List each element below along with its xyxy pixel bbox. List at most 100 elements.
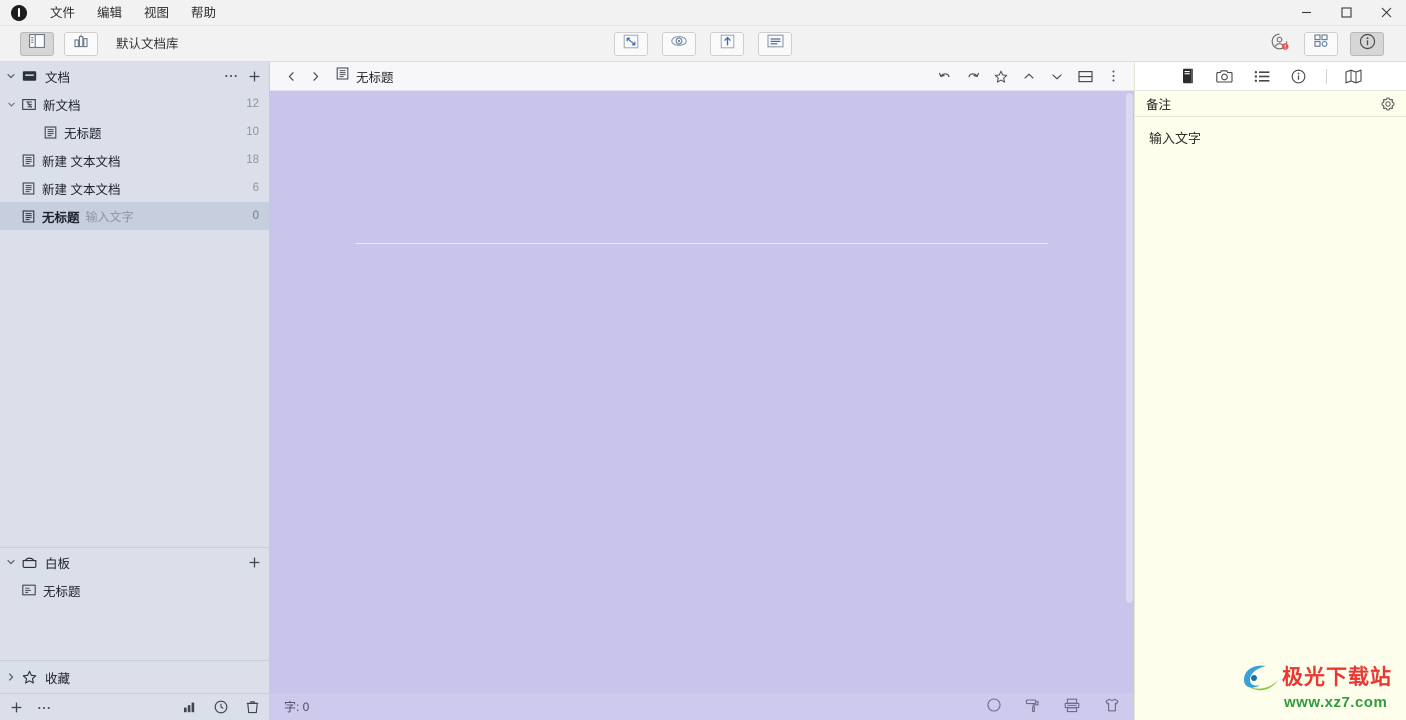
clock-icon[interactable] <box>214 700 228 714</box>
editor-tab-bar: 无标题 <box>270 62 1134 91</box>
right-panel-header: 备注 <box>1135 91 1406 117</box>
right-panel: 备注 输入文字 极光下载站 www.xz7.com <box>1134 62 1406 720</box>
info-button[interactable] <box>1350 31 1384 56</box>
tree-row-label: 新建 文本文档 <box>42 182 121 197</box>
fullscreen-button[interactable] <box>614 31 648 56</box>
tree-row[interactable]: 新文档 12 <box>0 90 269 118</box>
bar-chart-icon[interactable] <box>183 701 196 713</box>
app-window: 文件 编辑 视图 帮助 默认文档库 文档 新文档 12 无标题 10 新建 文本… <box>0 0 1406 720</box>
document-icon <box>22 209 35 223</box>
layout-panel-toggle[interactable] <box>20 31 54 56</box>
sidebar-filler-2 <box>0 604 269 660</box>
sidebar-docs-header[interactable]: 文档 <box>0 62 269 90</box>
menu-view[interactable]: 视图 <box>133 0 180 26</box>
tree-row-count: 12 <box>246 98 259 110</box>
typewriter-icon[interactable] <box>1064 698 1080 716</box>
trash-icon[interactable] <box>246 700 259 714</box>
sidebar-whiteboard-header[interactable]: 白板 <box>0 548 269 576</box>
undo-arrow-icon[interactable] <box>934 65 956 87</box>
menu-file[interactable]: 文件 <box>39 0 86 26</box>
preview-button[interactable] <box>662 31 696 56</box>
chevron-down-icon[interactable] <box>0 100 22 109</box>
ellipsis-icon[interactable] <box>37 702 51 712</box>
main-toolbar: 默认文档库 <box>0 26 1406 62</box>
editor-document-tab[interactable]: 无标题 <box>336 67 394 86</box>
chevron-down-icon[interactable] <box>0 71 22 81</box>
tab-map[interactable] <box>1344 66 1364 86</box>
paint-roller-icon[interactable] <box>1025 698 1040 716</box>
tab-notes[interactable] <box>1178 66 1198 86</box>
tree-row-count: 18 <box>246 154 259 166</box>
tree-row-label: 新建 文本文档 <box>42 154 121 169</box>
split-pane-icon[interactable] <box>1074 65 1096 87</box>
apps-grid-button[interactable] <box>1304 31 1338 56</box>
tree-row[interactable]: 新建 文本文档 18 <box>0 146 269 174</box>
editor-scrollbar-thumb[interactable] <box>1126 93 1133 603</box>
plus-icon[interactable] <box>10 701 23 714</box>
editor-canvas[interactable] <box>270 91 1134 693</box>
close-icon[interactable] <box>1366 0 1406 26</box>
tree-row[interactable]: 无标题 10 <box>0 118 269 146</box>
grid-apps-icon <box>1313 33 1329 54</box>
right-panel-body[interactable]: 输入文字 <box>1135 117 1406 720</box>
upload-arrow-icon <box>720 34 735 54</box>
export-button[interactable] <box>710 31 744 56</box>
whiteboard-box-icon <box>22 556 37 569</box>
app-logo-icon <box>11 4 27 21</box>
editor-scrollbar[interactable] <box>1125 91 1134 693</box>
whiteboard-icon <box>22 584 36 596</box>
tree-row-selected[interactable]: 无标题 输入文字 0 <box>0 202 269 230</box>
plus-icon[interactable] <box>248 70 261 83</box>
document-icon <box>336 67 349 85</box>
tabs-divider <box>1325 68 1327 84</box>
window-controls <box>1286 0 1406 26</box>
chevron-up-icon[interactable] <box>1018 65 1040 87</box>
user-circle-icon <box>1270 32 1289 56</box>
minimize-icon[interactable] <box>1286 0 1326 26</box>
editor-title-divider <box>356 243 1048 244</box>
status-bar-actions <box>987 698 1120 716</box>
vertical-ellipsis-icon[interactable] <box>1102 65 1124 87</box>
star-icon[interactable] <box>990 65 1012 87</box>
sidebar-docs-label: 文档 <box>45 70 71 85</box>
chevron-right-icon[interactable] <box>0 672 22 682</box>
redo-arrow-icon[interactable] <box>962 65 984 87</box>
chevron-left-icon[interactable] <box>280 65 302 87</box>
toolbar-center-group <box>0 31 1406 56</box>
sidebar-favorites-header[interactable]: 收藏 <box>0 661 269 693</box>
tree-row-label: 无标题 <box>43 584 81 599</box>
outline-button[interactable] <box>758 31 792 56</box>
sidebar-filler <box>0 230 269 547</box>
expand-arrows-icon <box>623 34 639 54</box>
maximize-icon[interactable] <box>1326 0 1366 26</box>
circle-icon[interactable] <box>987 698 1001 715</box>
menu-edit[interactable]: 编辑 <box>86 0 133 26</box>
tab-list[interactable] <box>1252 66 1272 86</box>
ellipsis-icon[interactable] <box>224 71 238 81</box>
sidebar-layout-icon <box>29 34 45 53</box>
archive-box-icon <box>22 69 37 83</box>
document-library-button[interactable]: 默认文档库 <box>108 33 187 55</box>
sidebar-whiteboard-section: 白板 无标题 <box>0 547 269 604</box>
sidebar-whiteboard-label: 白板 <box>45 556 71 571</box>
chevron-down-icon[interactable] <box>1046 65 1068 87</box>
plus-icon[interactable] <box>248 556 261 569</box>
tab-camera[interactable] <box>1215 66 1235 86</box>
folder-doc-icon <box>22 98 36 111</box>
tree-row-count: 6 <box>252 182 259 194</box>
tree-row-label: 无标题 <box>64 126 102 141</box>
editor-status-bar: 字: 0 <box>270 693 1134 720</box>
editor-actions-group <box>934 65 1124 87</box>
tree-row[interactable]: 新建 文本文档 6 <box>0 174 269 202</box>
t-shirt-icon[interactable] <box>1104 698 1120 715</box>
tree-row[interactable]: 无标题 <box>0 576 269 604</box>
gear-icon[interactable] <box>1381 96 1395 111</box>
tab-info[interactable] <box>1289 66 1309 86</box>
chevron-down-icon[interactable] <box>0 557 22 567</box>
sidebar-favorites-label: 收藏 <box>45 671 71 686</box>
account-button[interactable] <box>1266 32 1292 56</box>
dashboard-toggle[interactable] <box>64 31 98 56</box>
tree-row-count: 0 <box>252 210 259 222</box>
menu-help[interactable]: 帮助 <box>180 0 227 26</box>
chevron-right-icon[interactable] <box>304 65 326 87</box>
